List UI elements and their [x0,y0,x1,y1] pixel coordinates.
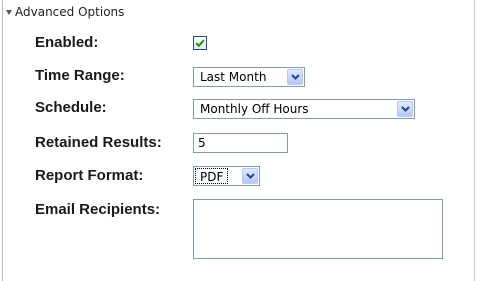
retained-results-input[interactable]: 5 [193,133,288,153]
schedule-select[interactable]: Monthly Off Hours [193,99,415,119]
retained-results-value: 5 [198,136,206,150]
report-format-label: Report Format: [35,167,144,184]
schedule-value: Monthly Off Hours [200,102,309,116]
enabled-checkbox[interactable] [193,36,207,50]
report-format-focus-box: PDF [195,168,228,184]
schedule-label: Schedule: [35,99,107,116]
panel-left-border [2,0,3,281]
chevron-down-icon [245,173,255,179]
advanced-options-toggle[interactable]: Advanced Options [6,3,124,21]
section-title: Advanced Options [15,5,125,19]
email-recipients-textarea[interactable] [193,199,443,259]
report-format-select[interactable]: PDF [193,166,260,186]
panel-right-border [474,0,475,281]
report-format-value: PDF [200,170,224,184]
time-range-dropdown-button[interactable] [287,69,303,85]
chevron-down-icon [290,74,300,80]
expand-arrow-icon [6,10,12,15]
schedule-dropdown-button[interactable] [397,101,413,117]
enabled-label: Enabled: [35,34,99,51]
time-range-select[interactable]: Last Month [193,67,305,87]
retained-results-label: Retained Results: [35,134,162,151]
time-range-label: Time Range: [35,67,125,84]
time-range-value: Last Month [200,70,267,84]
email-recipients-label: Email Recipients: [35,201,161,218]
chevron-down-icon [400,106,410,112]
report-format-dropdown-button[interactable] [242,168,258,184]
checkmark-icon [195,39,205,48]
